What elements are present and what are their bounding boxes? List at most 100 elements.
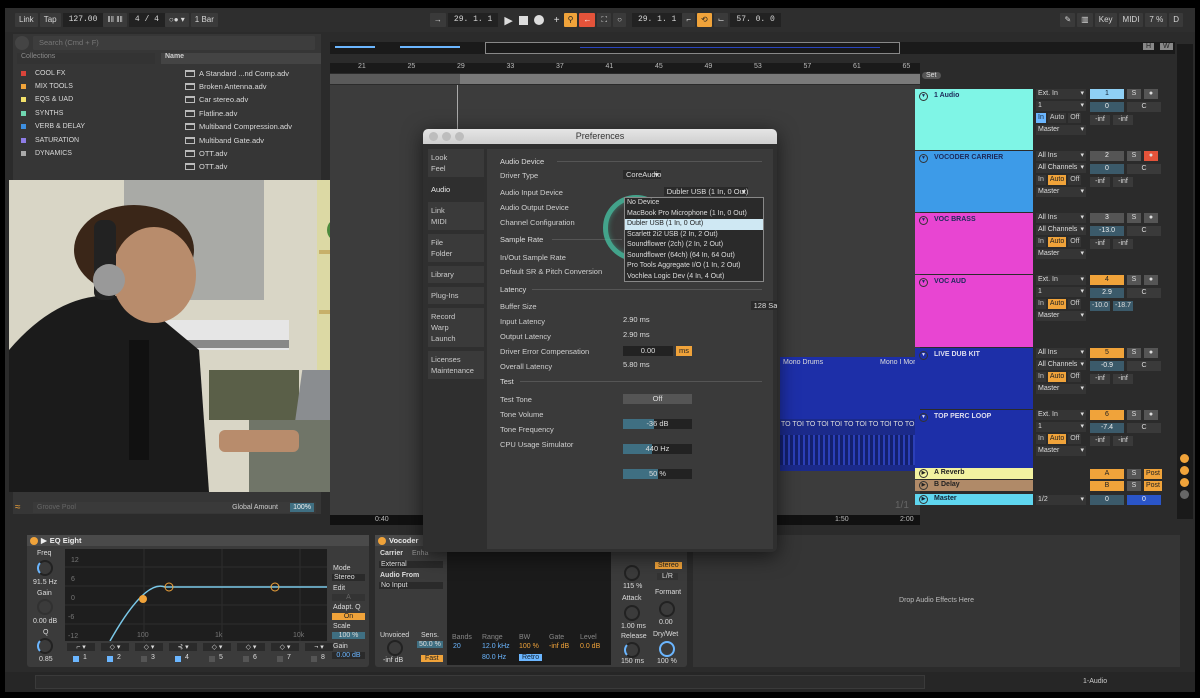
solo-button[interactable]: S [1127,348,1141,358]
monitor-auto-button[interactable]: Auto [1047,175,1067,185]
release-knob[interactable] [624,642,640,658]
monitor-auto-button[interactable]: Auto [1047,237,1067,247]
io-toggle-icon[interactable] [1180,454,1189,463]
pre-post-button[interactable]: Post [1144,469,1162,479]
input-channel-select[interactable]: All Channels [1036,225,1086,235]
collection-item[interactable]: VERB & DELAY [21,121,85,133]
pan-field[interactable]: C [1127,361,1161,371]
audio-to-select[interactable]: Master [1036,125,1086,135]
buffer-size-select[interactable]: 128 Samples [750,301,777,310]
input-channel-select[interactable]: All Channels [1036,360,1086,370]
audio-from-select[interactable]: All Ins [1036,348,1086,358]
monitor-off-button[interactable]: Off [1068,372,1082,382]
bw-field[interactable]: 100 % [519,643,539,650]
arrangement-scrollbar[interactable] [1177,44,1193,519]
volume-field[interactable]: -0.9 [1090,361,1124,371]
input-device-option[interactable]: Soundflower (64ch) (64 In, 64 Out) [625,251,763,262]
monitor-auto-button[interactable]: Auto [1047,113,1067,123]
preferences-tab[interactable]: Audio [428,181,484,198]
session-record-icon[interactable]: ○ [613,13,626,27]
track-header[interactable]: ▼ VOCODER CARRIER [915,151,1033,212]
punch-out-icon[interactable]: ⌙ [713,13,729,27]
file-item[interactable]: Multiband Compression.adv [185,121,292,133]
sends-toggle-icon[interactable] [1180,466,1189,475]
input-device-option[interactable]: Dubler USB (1 In, 0 Out) [625,219,763,230]
return-activator[interactable]: A [1090,469,1124,479]
input-device-option[interactable]: MacBook Pro Microphone (1 In, 0 Out) [625,209,763,220]
freq-knob[interactable] [37,560,53,576]
mode-select[interactable]: Stereo [332,574,365,581]
monitor-in-button[interactable]: In [1036,434,1046,444]
track-header[interactable]: ▼ 1 Audio [915,89,1033,150]
preferences-tab[interactable]: Plug-Ins [428,287,484,304]
test-tone-toggle[interactable]: Off [623,394,692,404]
input-device-option[interactable]: No Device [625,198,763,209]
collection-item[interactable]: SATURATION [21,134,79,146]
name-column-header[interactable]: Name [161,53,321,64]
carrier-tab[interactable]: Carrier [380,550,403,557]
audio-to-select[interactable]: Master [1036,249,1086,259]
arm-button[interactable]: ● [1144,89,1158,99]
input-device-select[interactable]: Dubler USB (1 In, 0 Out) [663,187,749,196]
monitor-auto-button[interactable]: Auto [1047,299,1067,309]
solo-button[interactable]: S [1127,151,1141,161]
pan-field[interactable]: C [1127,102,1161,112]
solo-button[interactable]: S [1127,213,1141,223]
driver-type-select[interactable]: CoreAudio [623,170,662,179]
file-item[interactable]: OTT.adv [185,147,227,159]
beat-ruler[interactable]: 21 25 29 33 37 41 45 49 53 57 61 65 [330,63,920,73]
gain-knob[interactable] [37,599,53,615]
file-item[interactable]: A Standard ...nd Comp.adv [185,67,289,79]
track-activator[interactable]: 1 [1090,89,1124,99]
preferences-tab[interactable]: Licenses Maintenance [428,351,484,379]
eq-filter-type-select[interactable]: ¬ ▾ [305,643,333,651]
gate-field[interactable]: -inf dB [549,643,569,650]
device-power-icon[interactable] [378,536,386,545]
fast-toggle[interactable]: Fast [421,655,443,662]
return-track-header[interactable]: ▶ B Delay [915,480,1033,491]
eq-band-toggle[interactable] [73,656,79,662]
preferences-tab[interactable]: Library [428,266,484,283]
arm-button[interactable]: ● [1144,151,1158,161]
dry-wet-knob[interactable] [659,641,675,657]
tempo-field[interactable]: 127.00 [62,13,104,27]
return-play-icon[interactable]: ▶ [919,481,928,490]
monitor-off-button[interactable]: Off [1068,237,1082,247]
track-activator[interactable]: 6 [1090,410,1124,420]
nudge-icon[interactable]: ‖‖ ‖‖ [103,13,127,27]
track-activator[interactable]: 4 [1090,275,1124,285]
volume-field[interactable]: -7.4 [1090,423,1124,433]
eq-band-toggle[interactable] [209,656,215,662]
retro-toggle[interactable]: Retro [519,654,543,661]
pan-field[interactable]: C [1127,288,1161,298]
track-header[interactable]: ▼ VOC AUD [915,275,1033,347]
audio-from-select[interactable]: All Ins [1036,151,1086,161]
automation-arm-icon[interactable]: ⚲ [563,13,578,27]
monitor-in-button[interactable]: In [1036,113,1046,123]
h-button[interactable]: H [1143,43,1155,50]
input-channel-select[interactable]: 1 [1036,422,1086,432]
input-device-dropdown[interactable]: No Device MacBook Pro Microphone (1 In, 0… [624,197,764,282]
set-locator-button[interactable]: Set [922,72,941,79]
track-fold-icon[interactable]: ▼ [919,278,928,287]
track-activator[interactable]: 3 [1090,213,1124,223]
audio-from-select[interactable]: No Input [379,582,443,589]
master-pan-field[interactable]: 0 [1127,495,1161,505]
file-item[interactable]: OTT.adv [185,161,227,173]
eq-filter-type-select[interactable]: ◇ ▾ [135,643,163,651]
level-field[interactable]: 0.0 dB [580,643,600,650]
arm-button[interactable]: ● [1144,410,1158,420]
solo-button[interactable]: S [1127,481,1141,491]
monitor-in-button[interactable]: In [1036,372,1046,382]
arm-button[interactable]: ● [1144,275,1158,285]
volume-field[interactable]: 2.9 [1090,288,1124,298]
solo-button[interactable]: S [1127,275,1141,285]
eq-band-toggle[interactable] [175,656,181,662]
audio-to-select[interactable]: Master [1036,384,1086,394]
range-low-field[interactable]: 80.0 Hz [482,654,506,661]
return-play-icon[interactable]: ▶ [919,469,928,478]
monitor-off-button[interactable]: Off [1068,113,1082,123]
eq-band-toggle[interactable] [141,656,147,662]
collection-item[interactable]: SYNTHS [21,107,63,119]
pan-field[interactable]: C [1127,164,1161,174]
